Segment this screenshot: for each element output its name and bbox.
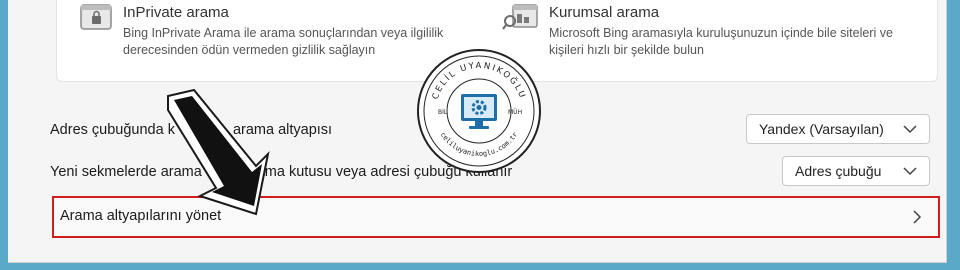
inprivate-desc-line1: Bing InPrivate Arama ile arama sonuçları… (123, 26, 444, 40)
address-bar-engine-value: Yandex (Varsayılan) (759, 121, 884, 137)
address-bar-engine-dropdown[interactable]: Yandex (Varsayılan) (746, 114, 930, 144)
address-bar-engine-label-start: Adres çubuğunda k (50, 122, 175, 138)
pointer-arrow-icon (167, 88, 270, 216)
enterprise-title: Kurumsal arama (549, 4, 660, 21)
new-tab-search-value: Adres çubuğu (795, 163, 882, 179)
new-tab-search-dropdown[interactable]: Adres çubuğu (782, 156, 930, 186)
enterprise-desc-line2: kişileri hızlı bir şekilde bulun (549, 43, 704, 57)
private-window-lock-icon (80, 4, 112, 30)
enterprise-search-icon (502, 4, 538, 30)
chevron-down-icon (903, 167, 917, 176)
stamp-left-text: BİL (438, 109, 448, 116)
stamp-right-text: MÜH (508, 109, 522, 116)
chevron-right-icon (913, 210, 922, 224)
inprivate-title: InPrivate arama (123, 4, 229, 21)
enterprise-desc-line1: Microsoft Bing aramasıyla kuruluşunuzun … (549, 26, 893, 40)
settings-panel: InPrivate arama Bing InPrivate Arama ile… (8, 0, 947, 263)
chevron-down-icon (903, 125, 917, 134)
watermark-stamp: CELİL UYANIKOĞLU celiluyanikoglu.com.tr … (417, 49, 541, 173)
